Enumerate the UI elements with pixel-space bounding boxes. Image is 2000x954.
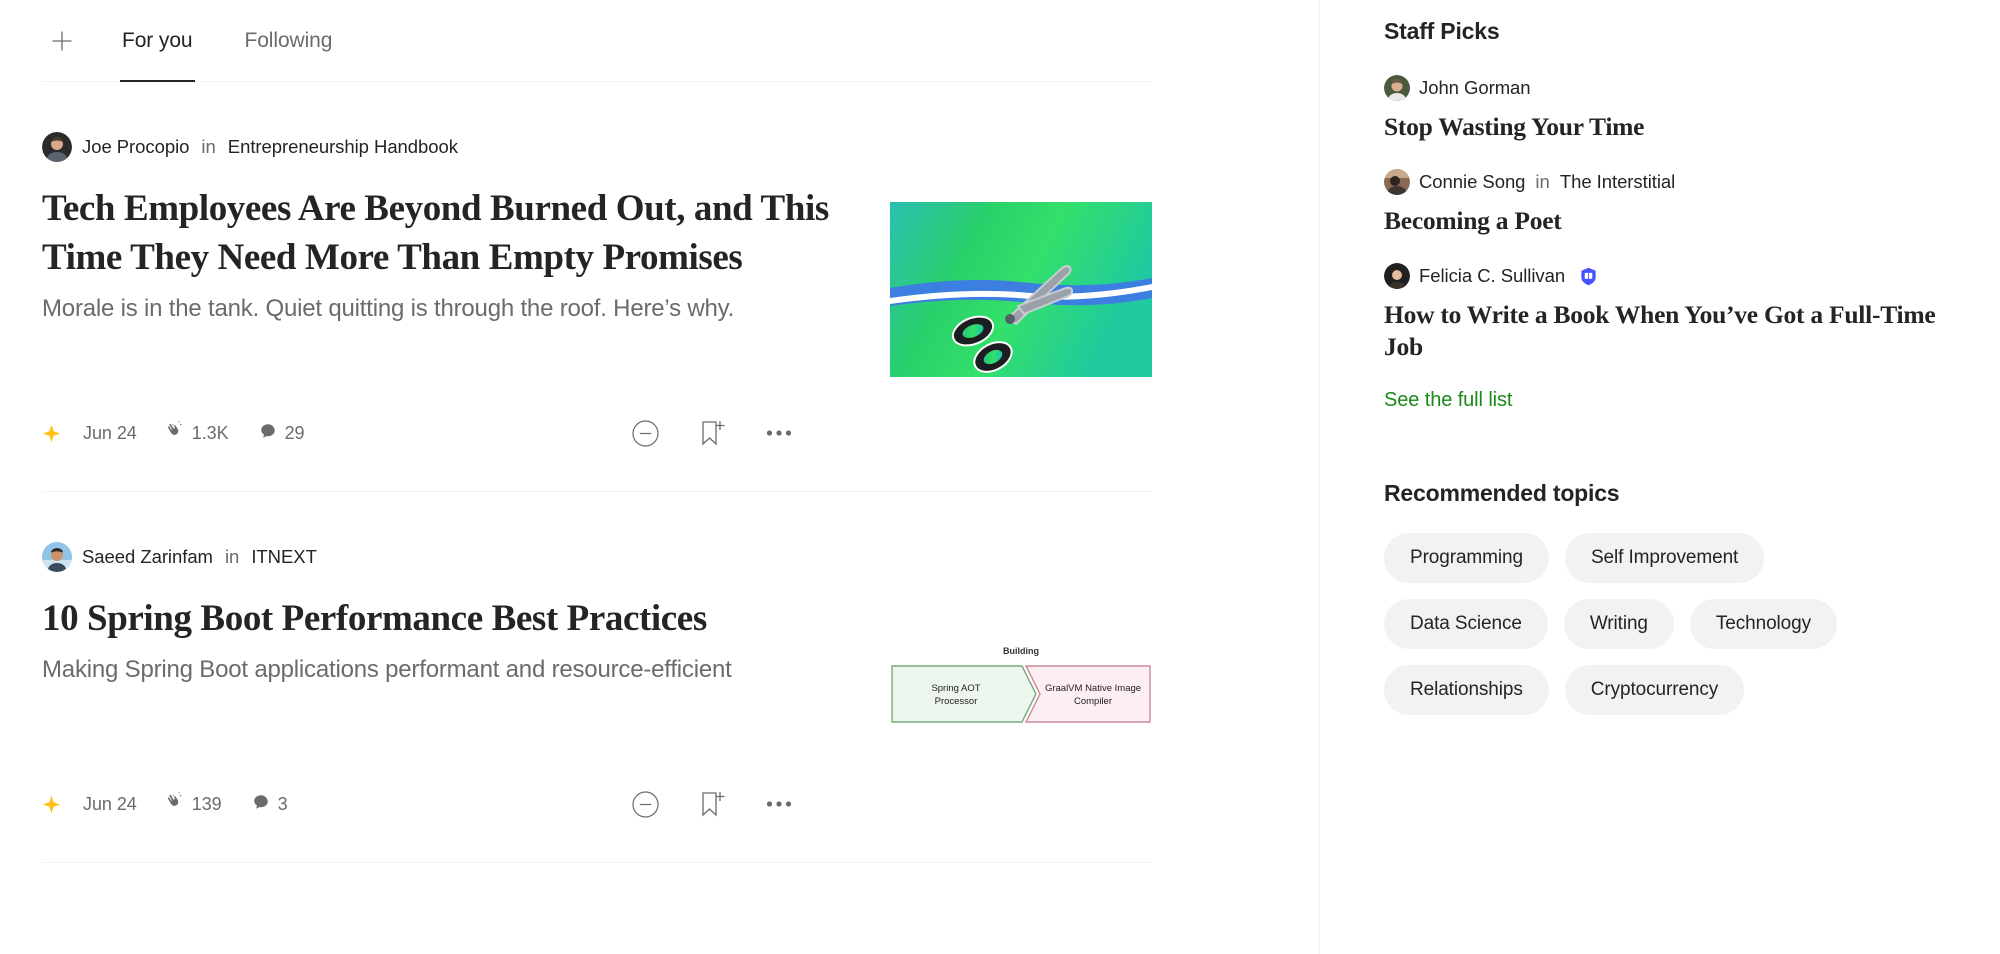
avatar [42, 132, 72, 162]
story-subtitle: Morale is in the tank. Quiet quitting is… [42, 295, 735, 322]
staff-pick-item[interactable]: John Gorman Stop Wasting Your Time [1384, 75, 1960, 143]
pick-byline[interactable]: John Gorman [1384, 75, 1960, 101]
medium-feed-page: For you Following Joe Procopio in Entrep… [0, 0, 2000, 954]
pick-title[interactable]: Stop Wasting Your Time [1384, 111, 1960, 143]
comment-stat[interactable]: 29 [259, 422, 305, 445]
story-body: 10 Spring Boot Performance Best Practice… [42, 594, 1152, 748]
story-meta-left: Jun 24 1.3K 29 [42, 421, 335, 445]
story-meta: Jun 24 1.3K 29 [42, 419, 832, 447]
book-badge-icon [1579, 267, 1598, 286]
clap-count: 1.3K [191, 422, 229, 443]
avatar [1384, 75, 1410, 101]
svg-text:Spring AOT: Spring AOT [931, 683, 980, 694]
story-title[interactable]: Tech Employees Are Beyond Burned Out, an… [42, 184, 832, 282]
comment-icon [259, 422, 277, 445]
story-card[interactable]: Saeed Zarinfam in ITNEXT 10 Spring Boot … [42, 492, 1152, 863]
feed-column: For you Following Joe Procopio in Entrep… [0, 0, 1320, 954]
topic-pill-relationships[interactable]: Relationships [1384, 665, 1549, 715]
staff-pick-item[interactable]: Connie Song in The Interstitial Becoming… [1384, 169, 1960, 237]
svg-text:Compiler: Compiler [1074, 696, 1112, 707]
clap-icon [165, 421, 184, 445]
tab-for-you[interactable]: For you [120, 0, 195, 82]
plus-icon[interactable] [42, 21, 82, 61]
tab-following[interactable]: Following [243, 0, 335, 82]
hide-circle-minus-icon[interactable] [632, 790, 659, 818]
star-icon [42, 424, 61, 443]
story-actions [632, 419, 832, 447]
byline-author[interactable]: Joe Procopio [82, 136, 189, 158]
comment-stat[interactable]: 3 [252, 793, 288, 816]
bookmark-plus-icon[interactable] [699, 419, 726, 447]
pick-title[interactable]: How to Write a Book When You’ve Got a Fu… [1384, 299, 1960, 363]
staff-pick-item[interactable]: Felicia C. Sullivan How to Write a Book … [1384, 263, 1960, 363]
hide-circle-minus-icon[interactable] [632, 419, 659, 447]
byline-publication[interactable]: Entrepreneurship Handbook [228, 136, 458, 158]
topic-pill-writing[interactable]: Writing [1563, 599, 1674, 649]
pick-author[interactable]: Connie Song [1419, 171, 1525, 193]
feed-tabbar: For you Following [42, 0, 1152, 82]
topic-pill-technology[interactable]: Technology [1689, 599, 1838, 649]
avatar [1384, 169, 1410, 195]
ellipsis-icon[interactable] [766, 429, 792, 437]
byline[interactable]: Joe Procopio in Entrepreneurship Handboo… [42, 132, 1152, 162]
avatar [42, 542, 72, 572]
pick-byline[interactable]: Connie Song in The Interstitial [1384, 169, 1960, 195]
story-date: Jun 24 [83, 793, 137, 814]
story-text: Tech Employees Are Beyond Burned Out, an… [42, 184, 832, 325]
pick-title[interactable]: Becoming a Poet [1384, 205, 1960, 237]
byline-in-word: in [224, 546, 240, 567]
pick-publication[interactable]: The Interstitial [1560, 171, 1675, 193]
bookmark-plus-icon[interactable] [699, 790, 726, 818]
comment-icon [252, 793, 270, 816]
clap-count: 139 [191, 793, 222, 814]
byline-in-word: in [201, 136, 216, 157]
byline[interactable]: Saeed Zarinfam in ITNEXT [42, 542, 1152, 572]
story-thumbnail[interactable] [890, 202, 1152, 377]
story-actions [632, 790, 832, 818]
topic-pill-cryptocurrency[interactable]: Cryptocurrency [1564, 665, 1745, 715]
story-subtitle: Making Spring Boot applications performa… [42, 656, 732, 683]
story-date: Jun 24 [83, 422, 137, 443]
svg-text:Processor: Processor [935, 696, 978, 707]
pick-in-word: in [1535, 171, 1550, 192]
story-meta-left: Jun 24 139 3 [42, 792, 318, 816]
story-thumbnail[interactable]: Building Spring AOT Processor GraalVM Na… [890, 638, 1152, 748]
comment-count: 3 [277, 793, 288, 814]
pick-byline[interactable]: Felicia C. Sullivan [1384, 263, 1960, 289]
clap-stat[interactable]: 139 [165, 792, 222, 816]
svg-text:GraalVM Native Image: GraalVM Native Image [1045, 683, 1141, 694]
thumbnail-caption: Building [1003, 646, 1039, 656]
pick-author[interactable]: Felicia C. Sullivan [1419, 265, 1565, 287]
clap-stat[interactable]: 1.3K [165, 421, 229, 445]
recommended-topics-heading: Recommended topics [1384, 480, 1620, 506]
story-meta: Jun 24 139 3 [42, 790, 832, 818]
topic-pill-self-improvement[interactable]: Self Improvement [1564, 533, 1765, 583]
pick-author[interactable]: John Gorman [1419, 77, 1531, 99]
tab-for-you-label: For you [122, 28, 193, 52]
story-card[interactable]: Joe Procopio in Entrepreneurship Handboo… [42, 82, 1152, 492]
clap-icon [165, 792, 184, 816]
star-icon [42, 795, 61, 814]
story-body: Tech Employees Are Beyond Burned Out, an… [42, 184, 1152, 377]
topic-pill-list: Programming Self Improvement Data Scienc… [1384, 533, 1904, 715]
ellipsis-icon[interactable] [766, 800, 792, 808]
story-title[interactable]: 10 Spring Boot Performance Best Practice… [42, 594, 832, 643]
avatar [1384, 263, 1410, 289]
topic-pill-programming[interactable]: Programming [1384, 533, 1549, 583]
byline-author[interactable]: Saeed Zarinfam [82, 546, 213, 568]
sidebar: Staff Picks John Gorman Stop Wasting You… [1320, 0, 2000, 954]
see-full-list-link[interactable]: See the full list [1384, 389, 1960, 412]
staff-picks-heading: Staff Picks [1384, 18, 1500, 44]
story-text: 10 Spring Boot Performance Best Practice… [42, 594, 832, 686]
comment-count: 29 [284, 422, 305, 443]
topic-pill-data-science[interactable]: Data Science [1384, 599, 1548, 649]
byline-publication[interactable]: ITNEXT [251, 546, 317, 568]
tab-following-label: Following [244, 28, 333, 52]
